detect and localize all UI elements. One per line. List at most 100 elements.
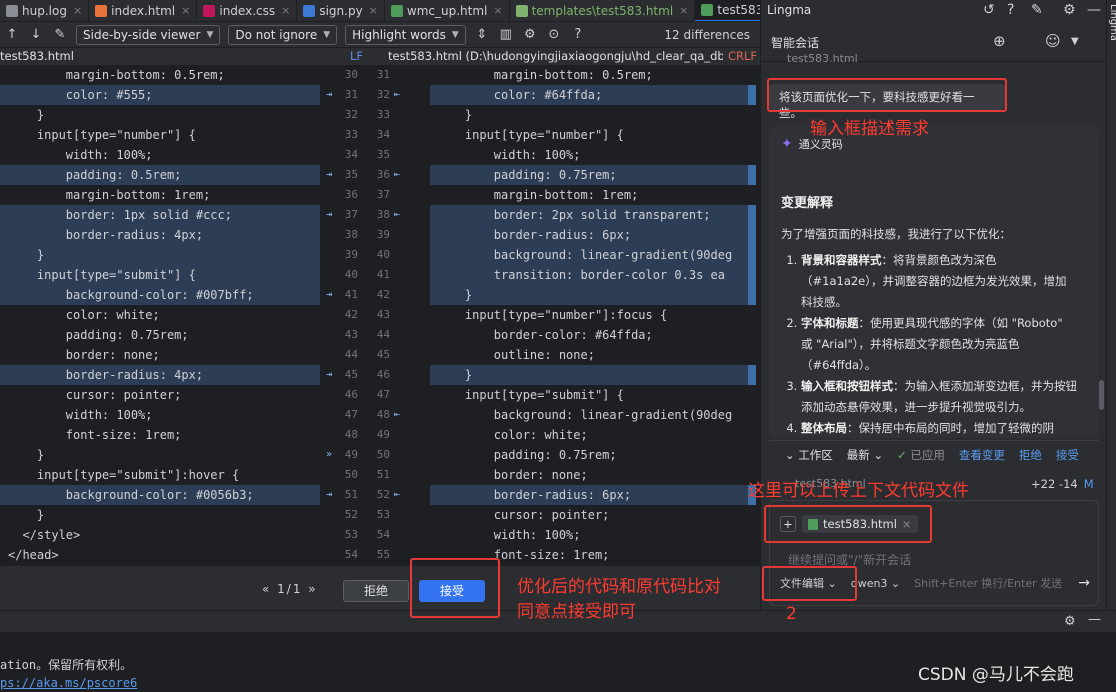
right-code-line[interactable]: color: #64ffda; xyxy=(430,85,748,105)
collapse-icon[interactable]: ⇕ xyxy=(474,27,490,42)
tab-5[interactable]: templates\test583.html × xyxy=(510,0,696,21)
right-code-line[interactable]: input[type="number"] { xyxy=(430,125,748,145)
right-code-line[interactable]: background: linear-gradient(90deg xyxy=(430,245,748,265)
sort-select[interactable]: 最新 ⌄ xyxy=(847,447,883,463)
close-icon[interactable]: × xyxy=(181,4,190,17)
right-code-line[interactable]: padding: 0.75rem; xyxy=(430,445,748,465)
viewer-select[interactable]: Side-by-side viewer ▼ xyxy=(76,24,221,45)
sync-scroll-icon[interactable]: ▥ xyxy=(498,27,514,42)
right-code-line[interactable]: width: 100%; xyxy=(430,525,748,545)
close-icon[interactable]: × xyxy=(369,4,378,17)
right-code-line[interactable]: } xyxy=(430,365,748,385)
right-code-line[interactable]: input[type="submit"] { xyxy=(430,385,748,405)
left-code-line[interactable]: } xyxy=(0,505,320,525)
left-code-line[interactable]: width: 100%; xyxy=(0,145,320,165)
gear-icon[interactable]: ⚙ xyxy=(1063,2,1076,18)
right-code-line[interactable]: padding: 0.75rem; xyxy=(430,165,748,185)
right-code-line[interactable]: margin-bottom: 1rem; xyxy=(430,185,748,205)
left-code-line[interactable]: border: 1px solid #ccc; xyxy=(0,205,320,225)
diff-code-area[interactable]: margin-bottom: 0.5rem; 30 31 margin-bottom… xyxy=(0,65,760,565)
right-code-line[interactable]: transition: border-color 0.3s ea xyxy=(430,265,748,285)
left-line-separator[interactable]: LF xyxy=(350,49,363,63)
left-code-line[interactable]: margin-bottom: 1rem; xyxy=(0,185,320,205)
right-code-line[interactable]: } xyxy=(430,285,748,305)
user-icon[interactable]: ☺ xyxy=(1045,32,1061,50)
view-changes-link[interactable]: 查看变更 xyxy=(959,447,1005,463)
workspace-toggle[interactable]: ⌄ 工作区 xyxy=(785,447,833,463)
left-code-line[interactable]: </head> xyxy=(0,545,320,565)
edit-icon[interactable]: ✎ xyxy=(52,27,68,42)
right-code-line[interactable]: color: white; xyxy=(430,425,748,445)
left-code-line[interactable]: margin-bottom: 0.5rem; xyxy=(0,65,320,85)
minimize-icon[interactable]: — xyxy=(1088,612,1101,627)
panel-scrollbar[interactable] xyxy=(1099,380,1104,410)
left-code-line[interactable]: } xyxy=(0,445,320,465)
right-code-line[interactable]: border-color: #64ffda; xyxy=(430,325,748,345)
chat-tab[interactable]: 智能会话 xyxy=(771,34,819,51)
left-code-line[interactable]: border-radius: 4px; xyxy=(0,365,320,385)
left-code-line[interactable]: border-radius: 4px; xyxy=(0,225,320,245)
tab-4[interactable]: wmc_up.html × xyxy=(385,0,510,21)
workspace-reject-link[interactable]: 拒绝 xyxy=(1019,447,1042,463)
right-code-line[interactable]: width: 100%; xyxy=(430,145,748,165)
tab-6[interactable]: test583.html× xyxy=(695,0,760,21)
arrow-up-icon[interactable]: ↑ xyxy=(4,27,20,42)
left-code-line[interactable]: </style> xyxy=(0,525,320,545)
left-code-line[interactable]: color: white; xyxy=(0,305,320,325)
close-icon[interactable]: × xyxy=(493,4,502,17)
help-icon[interactable]: ? xyxy=(570,27,586,42)
gear-icon[interactable]: ⚙ xyxy=(522,27,538,42)
left-code-line[interactable]: padding: 0.5rem; xyxy=(0,165,320,185)
right-code-line[interactable]: margin-bottom: 0.5rem; xyxy=(430,65,748,85)
left-code-line[interactable]: padding: 0.75rem; xyxy=(0,325,320,345)
lock-icon[interactable]: ⊙ xyxy=(546,27,562,42)
left-code-line[interactable]: input[type="submit"] { xyxy=(0,265,320,285)
revert-change-icon[interactable]: ⇤ xyxy=(394,85,400,105)
minimize-icon[interactable]: — xyxy=(1087,2,1101,18)
right-code-line[interactable]: cursor: pointer; xyxy=(430,505,748,525)
left-code-line[interactable]: } xyxy=(0,245,320,265)
left-code-line[interactable]: border: none; xyxy=(0,345,320,365)
arrow-down-icon[interactable]: ↓ xyxy=(28,27,44,42)
revert-change-icon[interactable]: ⇤ xyxy=(394,165,400,185)
right-code-line[interactable]: outline: none; xyxy=(430,345,748,365)
help-icon[interactable]: ? xyxy=(1007,2,1014,18)
model-select[interactable]: qwen3 ⌄ xyxy=(851,577,900,590)
right-code-line[interactable]: input[type="number"]:focus { xyxy=(430,305,748,325)
highlight-select[interactable]: Highlight words ▼ xyxy=(345,24,466,45)
right-code-line[interactable]: } xyxy=(430,105,748,125)
close-icon[interactable]: × xyxy=(73,4,82,17)
new-chat-icon[interactable]: ⊕ xyxy=(993,32,1006,50)
workspace-accept-link[interactable]: 接受 xyxy=(1056,447,1079,463)
right-code-line[interactable]: border: none; xyxy=(430,465,748,485)
left-code-line[interactable]: cursor: pointer; xyxy=(0,385,320,405)
left-code-line[interactable]: width: 100%; xyxy=(0,405,320,425)
tab-2[interactable]: index.css × xyxy=(197,0,298,21)
chevron-down-icon[interactable]: ▼ xyxy=(1071,36,1079,47)
left-code-line[interactable]: } xyxy=(0,105,320,125)
right-code-line[interactable]: border-radius: 6px; xyxy=(430,485,748,505)
close-icon[interactable]: × xyxy=(281,4,290,17)
left-code-line[interactable]: input[type="submit"]:hover { xyxy=(0,465,320,485)
revert-change-icon[interactable]: ⇤ xyxy=(394,405,400,425)
lingma-strip-label[interactable]: Lingma xyxy=(1108,4,1116,41)
gear-icon[interactable]: ⚙ xyxy=(1064,614,1076,629)
right-code-line[interactable]: background: linear-gradient(90deg xyxy=(430,405,748,425)
left-code-line[interactable]: background-color: #0056b3; xyxy=(0,485,320,505)
revert-change-icon[interactable]: ⇤ xyxy=(394,485,400,505)
left-code-line[interactable]: background-color: #007bff; xyxy=(0,285,320,305)
right-code-line[interactable]: border: 2px solid transparent; xyxy=(430,205,748,225)
ignore-select[interactable]: Do not ignore ▼ xyxy=(228,24,338,45)
tab-0[interactable]: hup.log × xyxy=(0,0,90,21)
tab-3[interactable]: sign.py × xyxy=(297,0,385,21)
left-code-line[interactable]: font-size: 1rem; xyxy=(0,425,320,445)
history-icon[interactable]: ↺ xyxy=(983,2,995,18)
diff-pager[interactable]: « 1/1 » xyxy=(262,582,318,596)
left-code-line[interactable]: color: #555; xyxy=(0,85,320,105)
reject-button[interactable]: 拒绝 xyxy=(343,580,409,602)
left-code-line[interactable]: input[type="number"] { xyxy=(0,125,320,145)
revert-change-icon[interactable]: ⇤ xyxy=(394,205,400,225)
tab-1[interactable]: index.html × xyxy=(89,0,198,21)
right-line-separator[interactable]: CRLF xyxy=(728,49,757,63)
edit-icon[interactable]: ✎ xyxy=(1031,2,1043,18)
